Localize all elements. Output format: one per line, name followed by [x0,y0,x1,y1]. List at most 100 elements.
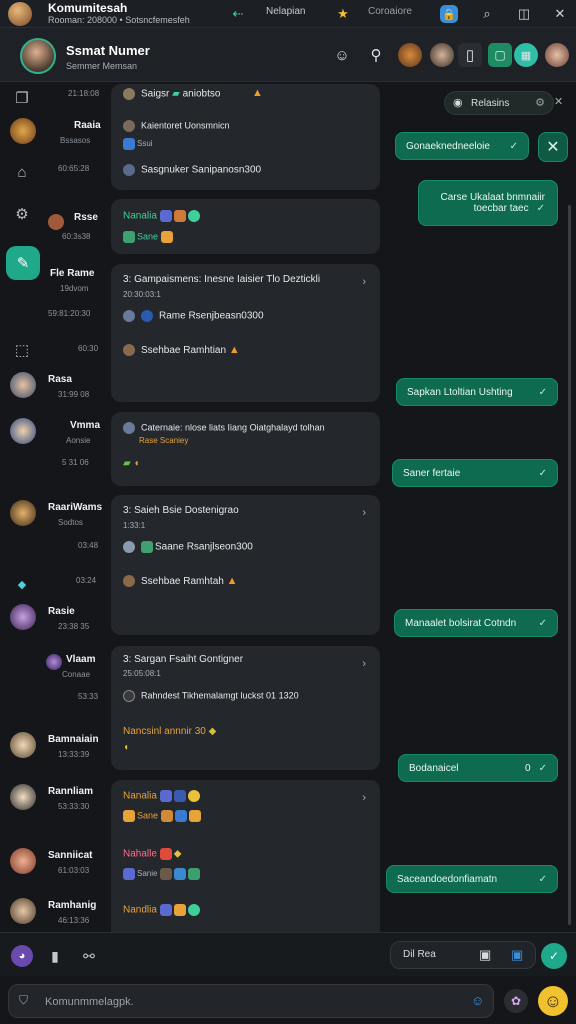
message-card[interactable]: 3: Saieh Bsie Dostenigrao 1:33:1 Saane R… [111,495,380,635]
sticker-icon[interactable]: ✿ [504,989,528,1013]
star-icon[interactable]: ★ [333,4,353,24]
message-bubble[interactable]: Gonaeknedneeloie ✓ [395,132,529,160]
contact-name: RaariWams [48,502,103,513]
filter-pill[interactable]: ◉ Relasins ⚙ [444,91,554,115]
list-item[interactable]: Vmma Aonsie [8,418,108,448]
bubble-text: Saceandoedonfiamatn [397,873,498,885]
message-card[interactable]: Saigsr ▰ aniobtso Kaientoret Uonsmnicn S… [111,84,380,190]
avatar[interactable] [545,43,569,67]
settings-icon[interactable]: ⚙ [535,96,545,109]
layers-icon[interactable]: ❐ [8,84,36,112]
card-text: 25:05:08:1 [123,669,161,678]
message-bubble[interactable]: Saner fertaie ✓ [392,459,558,487]
card-text: Rame Rsenjbeasn0300 [159,310,264,322]
gallery-icon[interactable]: ▣ [511,947,523,963]
avatar [10,848,36,874]
smiley-icon[interactable]: ☺ [538,986,568,1016]
time-stamp: 60:30 [78,344,99,353]
bubble-count: 0 [525,762,531,774]
card-text: Ssehbae Ramhtian [141,345,227,356]
tab-coroaiore[interactable]: Coroaiore [368,6,412,17]
search-icon[interactable]: ⚲ [364,43,388,67]
grid-icon[interactable]: ▦ [514,43,538,67]
avatar[interactable] [398,43,422,67]
sparkle-icon[interactable]: ◆ [8,570,36,598]
card-text: aniobtso [182,88,221,100]
list-item[interactable]: RaariWams Sodtos [8,500,108,530]
contact-name: Sanniicat [48,850,93,861]
message-card[interactable]: Caternaie: nlose liats Iiang Oiatghalayd… [111,412,380,486]
bubble-text: Bodanaicel [409,762,459,774]
image-icon[interactable]: ▣ [479,947,491,963]
message-bubble[interactable]: Saceandoedonfiamatn ✓ [386,865,558,893]
profile-icon[interactable]: ◕ [11,945,33,967]
scrollbar[interactable] [568,205,571,925]
shield-icon: ⛉ [19,993,29,1007]
card-icon[interactable]: ▮ [44,945,66,967]
bubble-text: Manaalet bolsirat Cotndn [405,617,517,629]
bubble-text: Sapkan Ltoltian Ushting [407,386,513,398]
close-icon[interactable]: ✕ [550,4,570,24]
attach-icon[interactable]: ⚯ [78,945,100,967]
folder-icon[interactable]: ⬚ [8,336,36,364]
message-bubble[interactable]: Bodanaicel 0 ✓ [398,754,558,782]
avatar[interactable] [430,43,454,67]
media-selector[interactable]: Dil Rea ▣ ▣ [390,941,536,969]
message-card[interactable]: 3: Gampaismens: Inesne Iaisier Tlo Dezti… [111,264,380,402]
emoji-icon[interactable]: ☺ [330,43,354,67]
message-field[interactable]: ⛉ ☺ [8,984,494,1018]
document-icon[interactable]: ▯ [458,43,482,67]
card-text: Caternaie: nlose liats Iiang Oiatghalayd… [141,422,325,433]
tab-nelapian[interactable]: Nelapian [266,6,305,17]
message-input[interactable] [45,993,465,1011]
list-item[interactable]: Vlaam Conaae [8,652,108,682]
card-text: Sane [137,810,159,821]
emoji-icon[interactable]: ☺ [471,993,484,1008]
list-item[interactable]: Raaia Bssasos [8,118,108,148]
message-card[interactable]: Nanalia Sane [111,199,380,254]
bubble-text: toecbar taec [473,203,529,214]
back-arrow-icon[interactable]: ⇠ [228,4,248,24]
message-card[interactable]: 3: Sargan Fsaiht Gontigner 25:05:08:1 Ra… [111,646,380,770]
contact-name: Bamnaiain [48,734,99,745]
media-label: Dil Rea [403,949,436,960]
chevron-right-icon[interactable]: › [362,507,366,519]
search-icon[interactable]: ⌕ [477,4,497,24]
contact-status: Semmer Memsan [66,61,138,71]
contact-name: Vmma [70,420,101,431]
message-card[interactable]: Nanalia Sane Nahalle ◆ Sanie Nandlia › [111,780,380,940]
message-bubble[interactable]: Manaalet bolsirat Cotndn ✓ [394,609,558,637]
card-text: Rahndest Tikhemalamgt luckst 01 1320 [141,690,299,701]
avatar [10,898,36,924]
lock-icon[interactable]: 🔒 [440,5,458,23]
chevron-right-icon[interactable]: › [362,276,366,288]
time-stamp: 59:81:20:30 [48,309,91,318]
avatar[interactable] [20,38,56,74]
copy-icon[interactable]: ▢ [488,43,512,67]
message-bubble[interactable]: Sapkan Ltoltian Ushting ✓ [396,378,558,406]
list-item[interactable]: Ramhanig 46:13:36 [8,898,108,928]
close-button[interactable]: ✕ [538,132,568,162]
list-item[interactable]: Rasie 23:38 35 [8,604,108,634]
list-item[interactable]: Rsse 60:3s38 [8,210,108,241]
list-item[interactable]: Fle Rame 19dvom [8,266,108,296]
list-item[interactable]: Sanniicat 61:03:03 [8,848,108,878]
time-stamp: 60:65:28 [58,164,90,173]
app-subtitle: Rooman: 208000 • Sotsncfemesfeh [48,15,190,25]
contact-time: Sodtos [58,518,83,527]
chevron-right-icon[interactable]: › [362,658,366,670]
card-text: Kaientoret Uonsmnicn [141,120,230,131]
list-item[interactable]: Rannliam 53:33:30 [8,784,108,814]
contact-time: 53:33:30 [58,802,90,811]
card-text: 3: Sargan Fsaiht Gontigner [123,654,244,665]
contact-name: Ramhanig [48,900,97,911]
pill-label: Relasins [471,97,510,109]
list-item[interactable]: Bamnaiain 13:33:39 [8,732,108,762]
list-item[interactable]: Rasa 31:99 08 [8,372,108,402]
window-icon[interactable]: ◫ [514,4,534,24]
message-bubble[interactable]: Carse Ukalaat bnmnaiir toecbar taec ✓ [418,180,558,226]
home-icon[interactable]: ⌂ [8,158,36,186]
chevron-right-icon[interactable]: › [362,792,366,804]
close-icon[interactable]: ✕ [554,95,563,108]
send-button[interactable]: ✓ [541,943,567,969]
